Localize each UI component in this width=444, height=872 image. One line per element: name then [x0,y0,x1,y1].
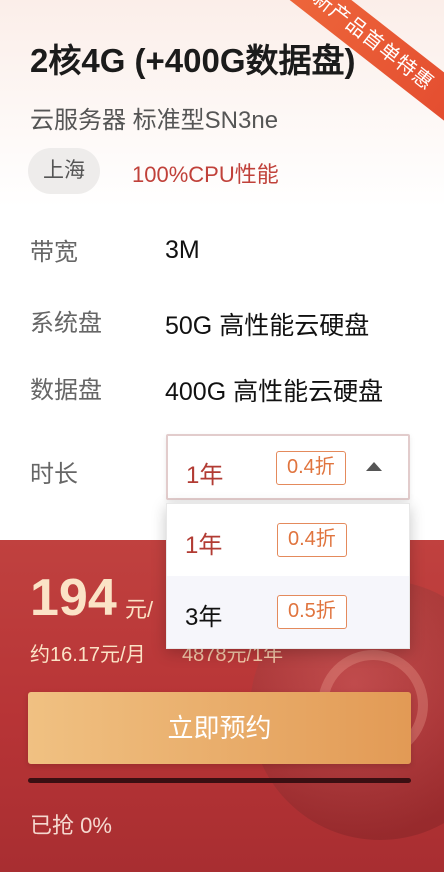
feature-tag: 100%CPU性能 [132,162,279,187]
duration-dropdown: 1年 0.4折 3年 0.5折 [166,503,410,649]
product-card: 新产品首单特惠 2核4G (+400G数据盘) 云服务器 标准型SN3ne 上海… [0,0,444,872]
duration-selected-value: 1年 [186,462,224,489]
spec-value-bandwidth: 3M [165,236,200,264]
duration-selected-discount: 0.4折 [276,451,346,485]
spec-label-bandwidth: 带宽 [30,239,78,266]
duration-option-1y[interactable]: 1年 0.4折 [167,504,409,576]
duration-option-3y[interactable]: 3年 0.5折 [167,576,409,648]
option-label: 1年 [185,532,223,559]
duration-label: 时长 [30,461,78,488]
product-title: 2核4G (+400G数据盘) [30,42,356,79]
spec-value-data-disk: 400G 高性能云硬盘 [165,378,384,406]
monthly-price: 约16.17元/月 [30,644,146,666]
spec-label-data-disk: 数据盘 [30,377,102,404]
price-unit: 元/ [125,597,154,622]
reserve-button[interactable]: 立即预约 [28,692,411,764]
price-amount: 194 [30,569,117,627]
spec-value-system-disk: 50G 高性能云硬盘 [165,312,370,340]
stock-progress-bar [28,778,411,783]
region-tag: 上海 [28,148,100,194]
chevron-up-icon[interactable] [366,462,382,471]
option-discount: 0.4折 [277,523,347,557]
spec-label-system-disk: 系统盘 [30,310,102,337]
option-label: 3年 [185,604,223,631]
sold-percentage: 已抢 0% [30,813,112,838]
product-subtitle: 云服务器 标准型SN3ne [30,107,279,134]
duration-select[interactable]: 1年 0.4折 [166,434,410,500]
option-discount: 0.5折 [277,595,347,629]
